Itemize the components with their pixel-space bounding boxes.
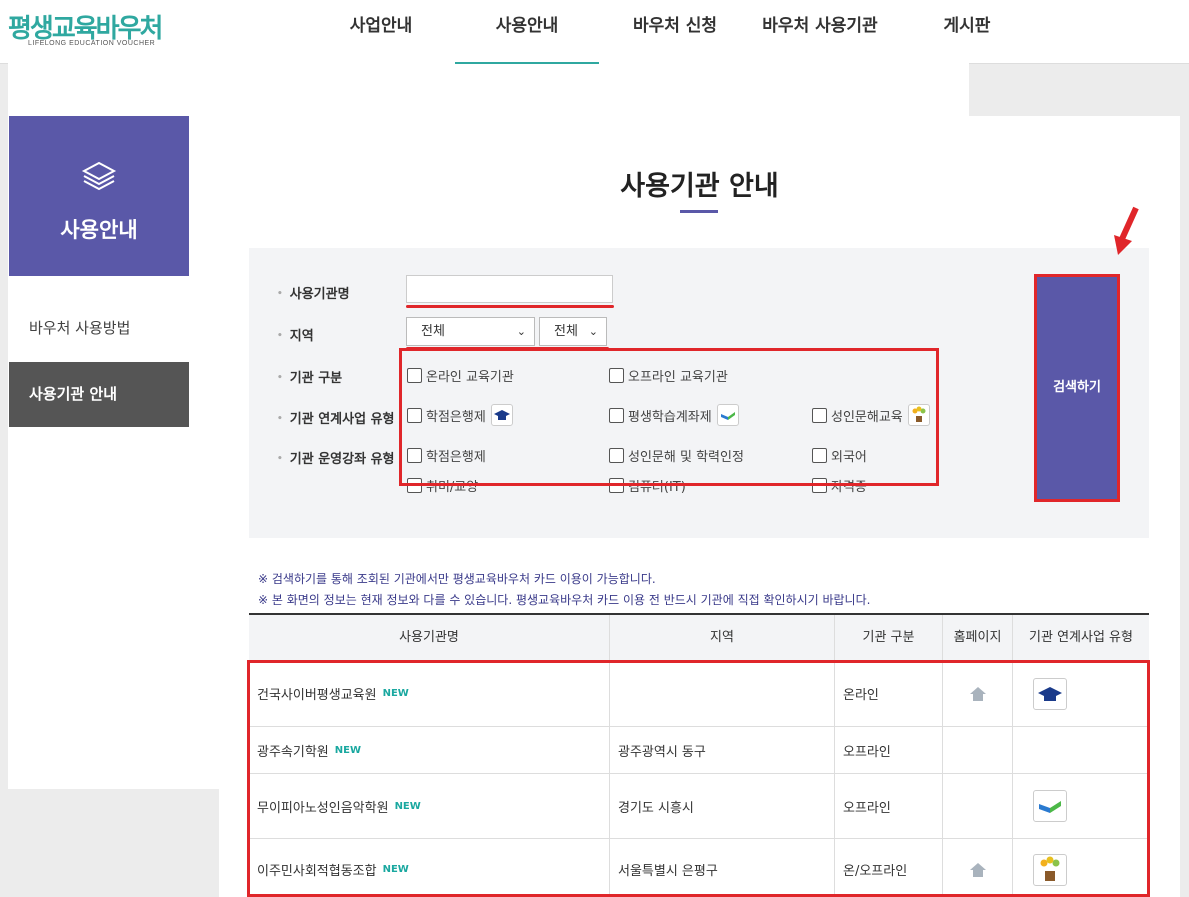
highlight-box: [247, 660, 1150, 897]
notice-line: ※ 본 화면의 정보는 현재 정보와 다를 수 있습니다. 평생교육바우처 카드…: [258, 593, 871, 607]
logo[interactable]: 평생교육바우처 LIFELONG EDUCATION VOUCHER: [8, 8, 969, 789]
notice-line: ※ 검색하기를 통해 조회된 기관에서만 평생교육바우처 카드 이용이 가능합니…: [258, 572, 656, 586]
table-header-row: 사용기관명 지역 기관 구분 홈페이지 기관 연계사업 유형: [249, 615, 1149, 661]
red-arrow-icon: [1114, 206, 1139, 255]
column-header: 지역: [610, 615, 835, 661]
sidebar-header: 사용안내: [9, 116, 189, 276]
page-title: 사용기관 안내: [620, 171, 779, 202]
header: 평생교육바우처 LIFELONG EDUCATION VOUCHER 사업안내 …: [0, 0, 1189, 789]
highlight-box: [399, 348, 939, 486]
nav-voucher-apply[interactable]: 바우처 신청: [620, 0, 730, 64]
nav-usage-guide[interactable]: 사용안내: [455, 0, 599, 64]
program-type-label: 기관 연계사업 유형: [277, 408, 395, 427]
search-form: 사용기관명 지역 전체 ⌄ 전체 ⌄ 기관 구분 기관 연계사업 유형 기관 운…: [249, 248, 1149, 538]
institution-type-label: 기관 구분: [277, 367, 342, 386]
sidebar-item-institution-guide[interactable]: 사용기관 안내: [9, 362, 189, 427]
region-select-province[interactable]: 전체 ⌄: [406, 317, 535, 346]
region-select-district-value: 전체: [554, 324, 578, 339]
highlight-box: [1034, 274, 1120, 502]
column-header: 홈페이지: [943, 615, 1013, 661]
column-header: 기관 연계사업 유형: [1029, 630, 1133, 645]
logo-subtext: LIFELONG EDUCATION VOUCHER: [28, 40, 156, 47]
chevron-down-icon: ⌄: [516, 325, 526, 338]
nav-business-info[interactable]: 사업안내: [333, 0, 429, 64]
institution-name-label: 사용기관명: [277, 283, 350, 302]
layers-icon: [81, 161, 117, 191]
region-select-district[interactable]: 전체 ⌄: [539, 317, 607, 346]
column-header: 기관 구분: [835, 615, 943, 661]
column-header: 사용기관명: [249, 615, 610, 661]
nav-board[interactable]: 게시판: [925, 0, 1009, 64]
chevron-down-icon: ⌄: [588, 325, 598, 338]
sidebar-item-voucher-usage[interactable]: 바우처 사용방법: [9, 296, 189, 361]
title-underline: [680, 210, 718, 213]
main-content: 사용기관 안내 사용기관명 지역 전체 ⌄ 전체 ⌄ 기관 구분 기관 연계사업…: [219, 116, 1180, 897]
sidebar-title: 사용안내: [60, 218, 138, 242]
region-select-province-value: 전체: [421, 324, 445, 339]
nav-voucher-institutions[interactable]: 바우처 사용기관: [750, 0, 890, 64]
institution-name-input[interactable]: [406, 275, 613, 303]
region-label: 지역: [277, 325, 314, 344]
course-type-label: 기관 운영강좌 유형: [277, 448, 395, 467]
highlight-underline: [406, 305, 614, 308]
